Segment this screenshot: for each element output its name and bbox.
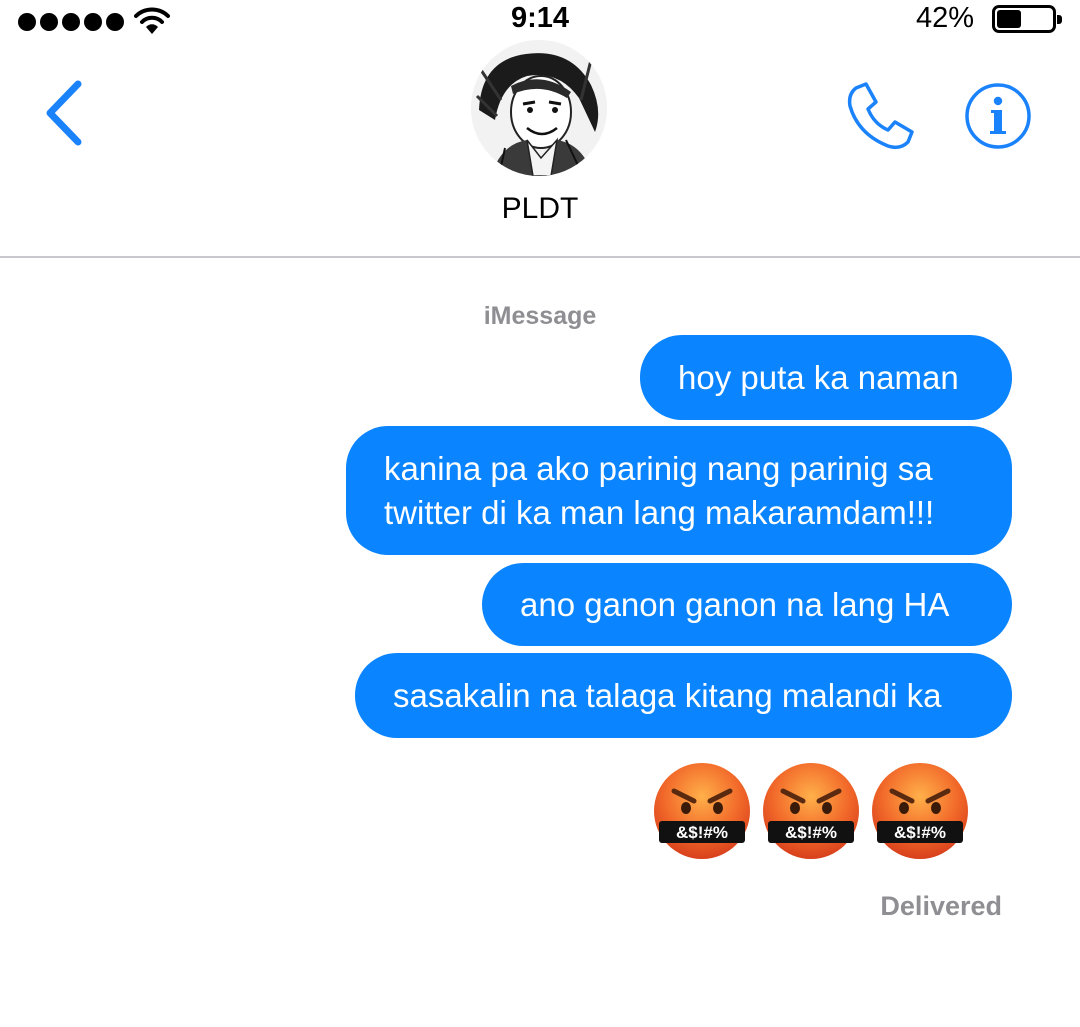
battery-icon: [992, 5, 1062, 33]
contact-name[interactable]: PLDT: [0, 192, 1080, 226]
message-bubble[interactable]: hoy puta ka naman: [640, 335, 1012, 420]
info-icon: [965, 83, 1031, 149]
avatar-image: [471, 40, 607, 176]
face-with-symbols-icon: &$!#%: [870, 761, 970, 861]
battery-percentage: 42%: [915, 2, 974, 34]
back-button[interactable]: [38, 78, 88, 148]
emoji-symbols-text: &$!#%: [894, 823, 946, 842]
chevron-left-icon: [46, 80, 82, 146]
contact-avatar[interactable]: [471, 40, 607, 176]
header-divider: [0, 256, 1080, 258]
emoji-symbols-text: &$!#%: [676, 823, 728, 842]
service-label: iMessage: [483, 302, 597, 330]
message-bubble[interactable]: ano ganon ganon na lang HA: [482, 563, 1012, 646]
face-with-symbols-icon: &$!#%: [761, 761, 861, 861]
emoji-message[interactable]: &$!#% &$!#% &$!#%: [652, 761, 970, 861]
delivered-status: Delivered: [880, 891, 1002, 921]
emoji-symbols-text: &$!#%: [785, 823, 837, 842]
phone-icon: [847, 82, 914, 150]
face-with-symbols-icon: &$!#%: [652, 761, 752, 861]
info-button[interactable]: [963, 81, 1033, 151]
message-bubble[interactable]: sasakalin na talaga kitang malandi ka: [355, 653, 1012, 738]
status-bar: 9:14 42%: [0, 0, 1080, 40]
message-bubble[interactable]: kanina pa ako parinig nang parinig sa tw…: [346, 426, 1012, 555]
call-button[interactable]: [842, 78, 918, 154]
